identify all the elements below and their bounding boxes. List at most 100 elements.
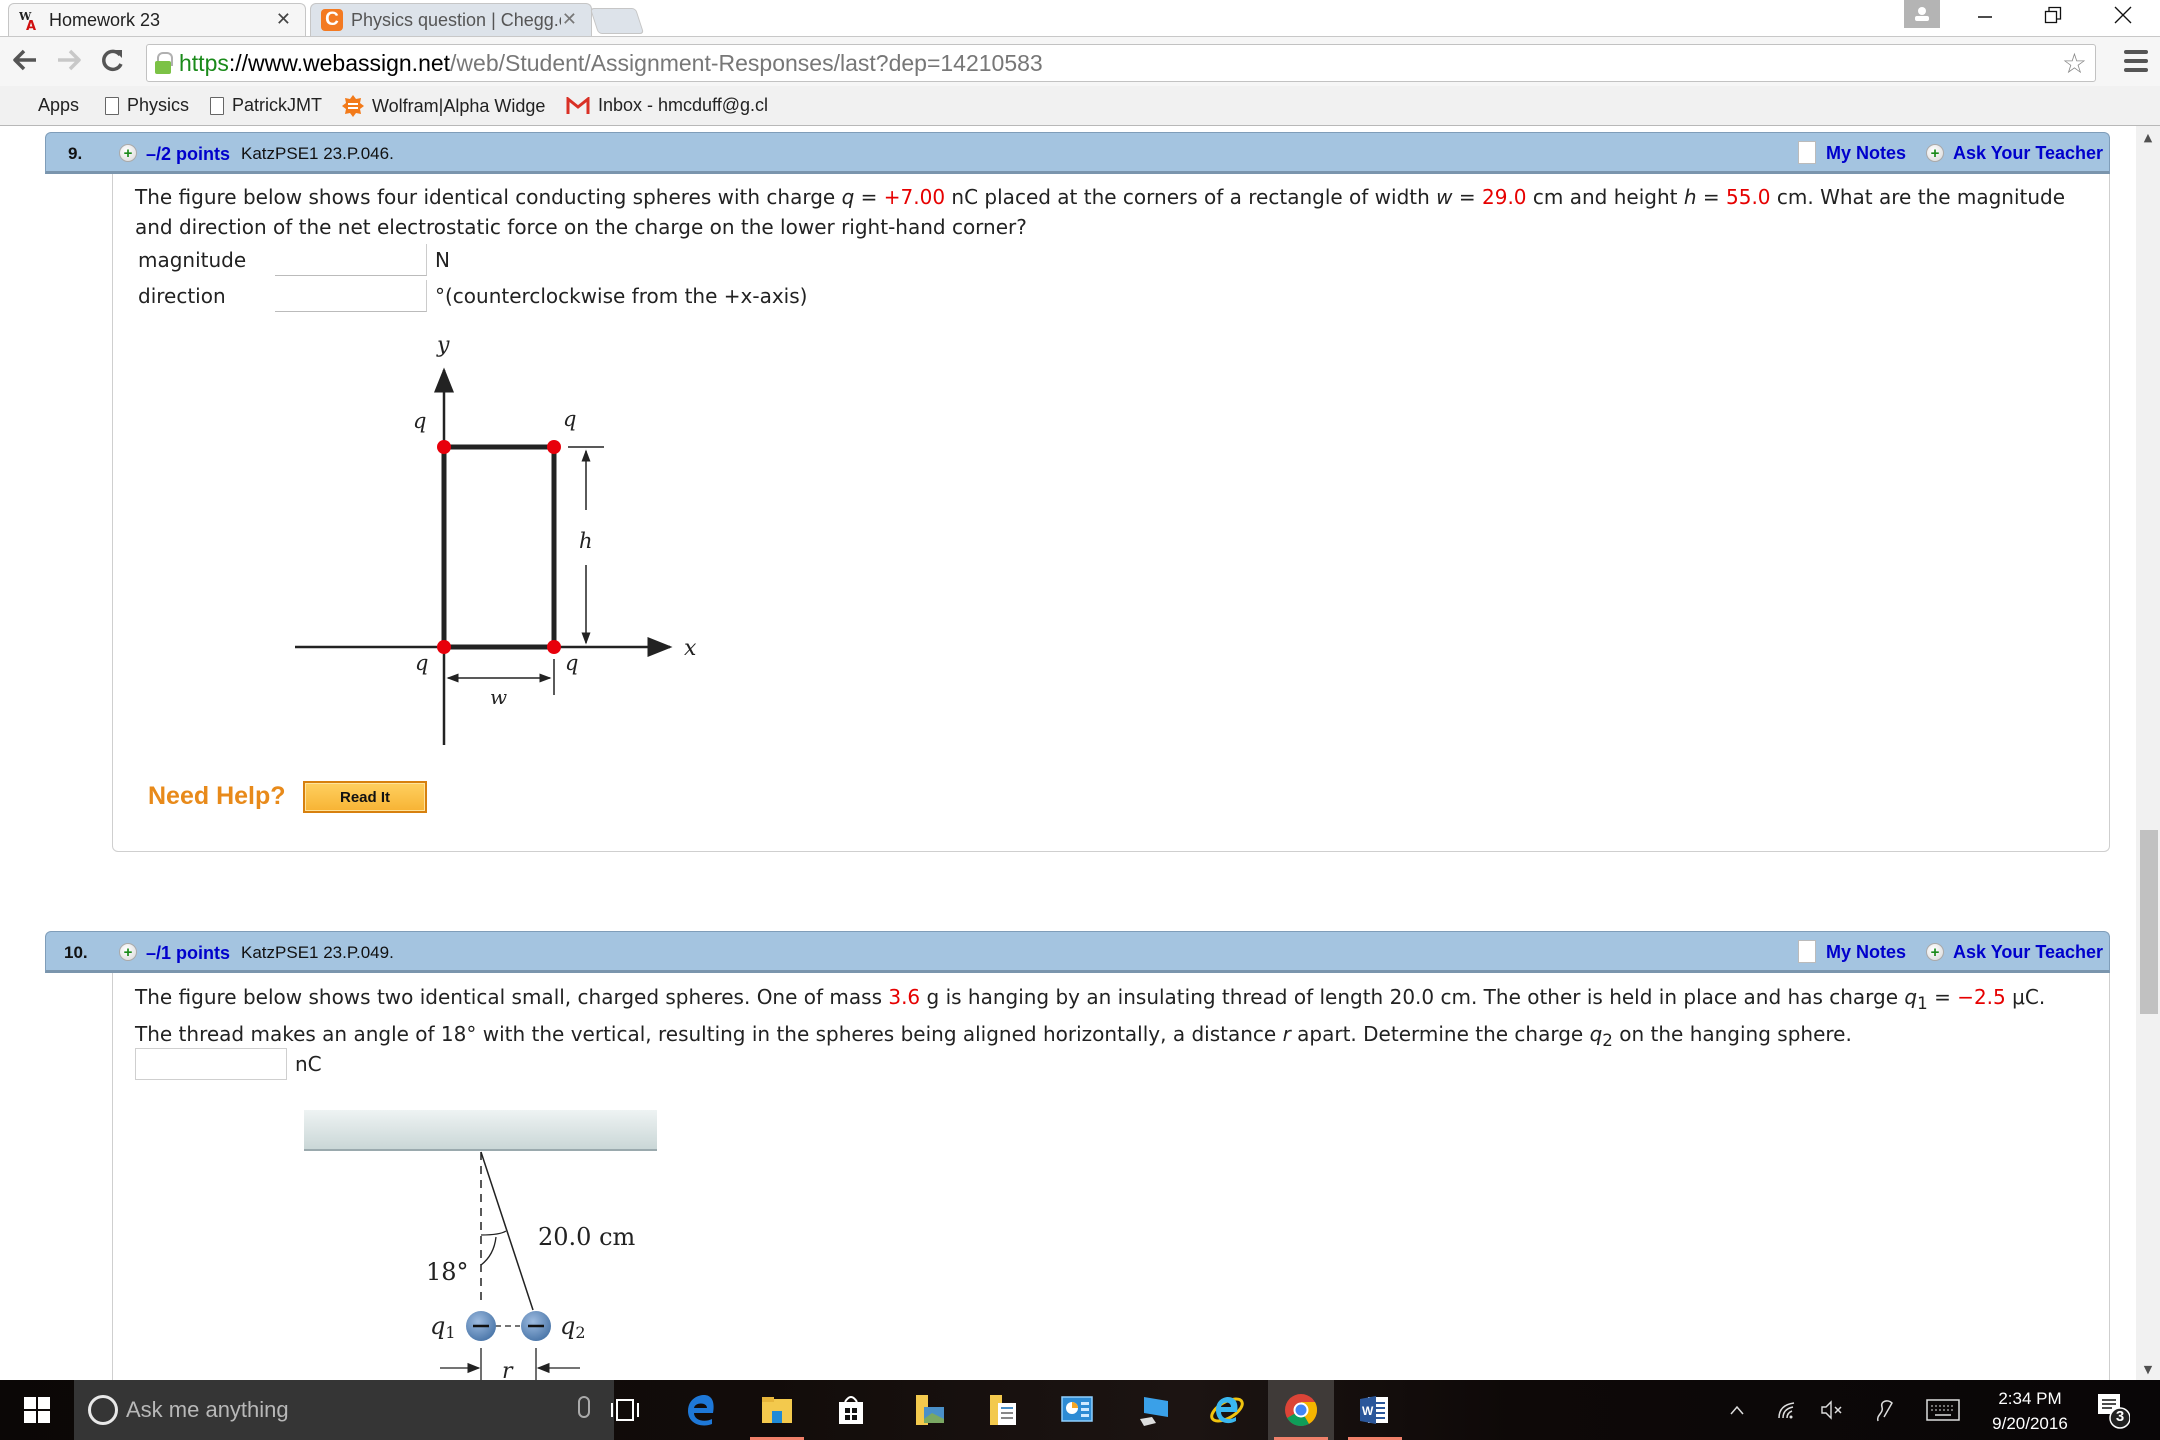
- text-fragment: on the hanging sphere.: [1612, 1022, 1852, 1046]
- person-icon: [1915, 7, 1929, 21]
- address-bar[interactable]: https://www.webassign.net/web/Student/As…: [146, 44, 2096, 82]
- charge-top-left: [437, 440, 451, 454]
- rectangle: [441, 444, 557, 650]
- task-view-button[interactable]: [592, 1380, 658, 1440]
- task-view-icon: [611, 1399, 639, 1421]
- webassign-icon: WA: [19, 9, 41, 31]
- action-center-button[interactable]: 3: [2096, 1392, 2131, 1429]
- bookmark-label: Apps: [38, 95, 80, 115]
- menu-bar: [2124, 59, 2148, 63]
- taskbar-internet-explorer[interactable]: [1194, 1380, 1260, 1440]
- symbol-q2: q: [1589, 1022, 1603, 1046]
- charge-top-right: [547, 440, 561, 454]
- question-points[interactable]: –/2 points: [146, 144, 230, 165]
- start-button[interactable]: [0, 1380, 74, 1440]
- profile-button[interactable]: [1904, 0, 1940, 28]
- q2-label: q2: [560, 1312, 586, 1342]
- microphone-icon[interactable]: [578, 1396, 590, 1418]
- ask-your-teacher-link[interactable]: Ask Your Teacher: [1953, 143, 2103, 164]
- reload-button[interactable]: [100, 47, 126, 80]
- direction-input[interactable]: [275, 280, 427, 312]
- edge-icon: [688, 1395, 714, 1426]
- text-fragment: nC placed at the corners of a rectangle …: [945, 185, 1437, 209]
- page-scrollbar[interactable]: ▲ ▼: [2136, 126, 2160, 1380]
- webassign-page: 9. + –/2 points KatzPSE1 23.P.046. My No…: [0, 126, 2136, 1380]
- minimize-icon: [1978, 16, 1992, 18]
- scroll-down-arrow-icon[interactable]: ▼: [2136, 1358, 2160, 1380]
- taskbar-control-panel[interactable]: [1044, 1380, 1110, 1440]
- minimize-button[interactable]: [1955, 0, 2015, 30]
- close-window-button[interactable]: [2093, 0, 2153, 30]
- bookmark-wolfram[interactable]: Wolfram|Alpha Widge: [342, 95, 545, 117]
- tab-title: Physics question | Chegg.c: [351, 9, 561, 30]
- pen-workspace-icon[interactable]: [1868, 1380, 1904, 1440]
- restore-icon: [2044, 6, 2062, 24]
- text-fragment: g is hanging by an insulating thread of …: [920, 985, 1905, 1009]
- direction-label: direction: [138, 284, 226, 308]
- reload-icon: [102, 49, 123, 72]
- scroll-thumb[interactable]: [2140, 830, 2158, 1014]
- ask-teacher-plus-icon: +: [1926, 943, 1944, 961]
- url-scheme: https: [179, 49, 229, 76]
- magnitude-label: magnitude: [138, 248, 247, 272]
- back-button[interactable]: [12, 47, 38, 80]
- my-notes-link[interactable]: My Notes: [1826, 143, 1906, 164]
- photos-folder-icon: [916, 1395, 944, 1425]
- show-hidden-icons-chevron-icon[interactable]: [1722, 1380, 1752, 1440]
- bookmark-inbox[interactable]: Inbox - hmcduff@g.cl: [566, 95, 768, 116]
- read-it-button[interactable]: Read It: [303, 781, 427, 813]
- tab-homework-23[interactable]: WA Homework 23 ✕: [8, 3, 306, 36]
- need-help-label: Need Help?: [148, 782, 286, 810]
- restore-button[interactable]: [2023, 0, 2083, 30]
- bookmark-apps[interactable]: Apps: [12, 95, 79, 116]
- my-notes-link[interactable]: My Notes: [1826, 942, 1906, 963]
- tab-chegg[interactable]: C Physics question | Chegg.c ✕: [310, 3, 592, 36]
- scroll-up-arrow-icon[interactable]: ▲: [2136, 126, 2160, 148]
- volume-muted-icon[interactable]: [1814, 1380, 1850, 1440]
- question-points[interactable]: –/1 points: [146, 943, 230, 964]
- height-value: 55.0: [1726, 185, 1771, 209]
- chrome-menu-button[interactable]: [2124, 50, 2148, 72]
- notes-page-icon: [1798, 141, 1816, 164]
- ask-your-teacher-link[interactable]: Ask Your Teacher: [1953, 942, 2103, 963]
- taskbar-pictures-folder[interactable]: [896, 1380, 962, 1440]
- new-tab-button[interactable]: [589, 8, 645, 34]
- close-tab-icon[interactable]: ✕: [562, 9, 577, 30]
- touch-keyboard-icon[interactable]: [1922, 1380, 1964, 1440]
- rectangle-charges-figure: x y h w q q q q: [295, 333, 697, 745]
- gmail-icon: [566, 96, 590, 115]
- forward-button[interactable]: [56, 47, 82, 80]
- system-clock[interactable]: 2:34 PM 9/20/2016: [1975, 1386, 2085, 1436]
- question-code: KatzPSE1 23.P.046.: [241, 144, 394, 163]
- taskbar-edge[interactable]: [668, 1380, 734, 1440]
- text-fragment: =: [854, 185, 884, 209]
- menu-bar: [2124, 68, 2148, 72]
- cortana-search-box[interactable]: Ask me anything: [74, 1380, 614, 1440]
- taskbar-documents-folder[interactable]: [970, 1380, 1036, 1440]
- charge-label-bottom-right: q: [565, 651, 578, 675]
- taskbar-chrome[interactable]: [1268, 1380, 1334, 1440]
- taskbar-word[interactable]: W: [1342, 1380, 1408, 1440]
- length-label: 20.0 cm: [538, 1223, 636, 1251]
- bookmark-patrickjmt[interactable]: PatrickJMT: [210, 95, 322, 116]
- magnitude-input[interactable]: [275, 244, 427, 276]
- expand-plus-icon[interactable]: +: [119, 144, 137, 162]
- direction-unit: °(counterclockwise from the +x-axis): [435, 284, 808, 308]
- bookmark-label: Physics: [127, 95, 190, 115]
- charge-bottom-left: [437, 640, 451, 654]
- menu-bar: [2124, 50, 2148, 54]
- close-tab-icon[interactable]: ✕: [276, 9, 291, 30]
- clock-time: 2:34 PM: [1998, 1389, 2062, 1408]
- taskbar-store[interactable]: [818, 1380, 884, 1440]
- taskbar-file-explorer[interactable]: [744, 1380, 810, 1440]
- charge-q2-input[interactable]: [135, 1048, 287, 1080]
- taskbar-this-pc[interactable]: [1120, 1380, 1186, 1440]
- chrome-icon: [1285, 1394, 1318, 1427]
- bookmark-physics[interactable]: Physics: [105, 95, 189, 116]
- wifi-icon[interactable]: [1770, 1380, 1804, 1440]
- windows-taskbar: Ask me anything W 2:34 PM 9/20/2016 3: [0, 1380, 2160, 1440]
- expand-plus-icon[interactable]: +: [119, 943, 137, 961]
- bookmark-label: Inbox - hmcduff@g.cl: [598, 95, 769, 115]
- bookmark-star-icon[interactable]: ☆: [2062, 47, 2087, 80]
- symbol-q: q: [841, 185, 855, 209]
